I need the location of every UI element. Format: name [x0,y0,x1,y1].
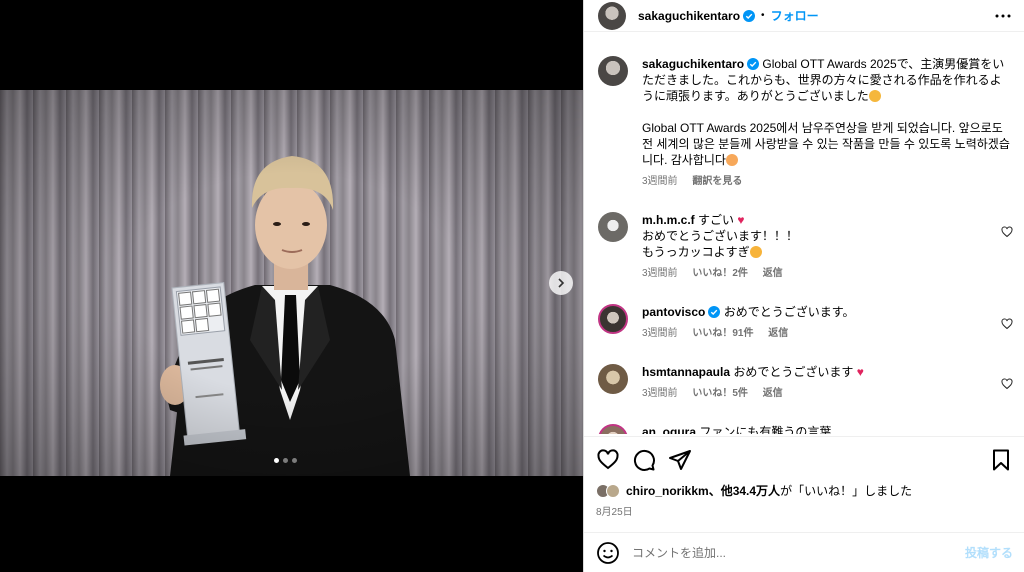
like-comment-icon[interactable] [1001,318,1013,330]
comment-text: おめでとうございます。 [723,305,855,319]
liker-username[interactable]: chiro_norikkm [626,484,709,498]
post-side-panel: sakaguchikentaro • フォロー sakaguchikentaro… [583,0,1024,572]
comment-text-line: もうっカッコよすぎ [642,245,750,259]
smile-emoji-icon [868,90,881,102]
like-heart-icon[interactable] [596,448,620,472]
liker-avatar [606,483,620,498]
like-comment-icon[interactable] [1001,378,1013,390]
post-actions: chiro_norikkm、他34.4万人が「いいね！」しました 8月25日 [584,436,1024,518]
commenter-username[interactable]: m.h.m.c.f [642,213,695,227]
commenter-avatar[interactable] [598,212,628,242]
likes-text: が「いいね！」しました [780,484,913,498]
heart-emoji-icon: ♥ [856,365,864,379]
follow-button[interactable]: フォロー [771,7,819,24]
reply-button[interactable]: 返信 [763,268,783,279]
comment-text: ファンにも有難うの言葉 [699,425,832,434]
post-date: 8月25日 [596,507,633,518]
comment-like-count[interactable]: いいね！2件 [692,268,748,279]
like-comment-icon[interactable] [1001,226,1013,238]
carousel-dot [292,458,297,463]
heart-emoji-icon: ♥ [737,213,745,227]
more-options-icon[interactable] [994,7,1012,25]
next-slide-button[interactable] [549,271,573,295]
comment-meta: 3週間前 いいね！91件 返信 [642,326,1002,342]
emoji-picker-icon[interactable] [596,541,620,565]
heart-eyes-emoji-icon [749,246,762,258]
author-avatar[interactable] [598,56,628,86]
author-avatar[interactable] [598,1,626,30]
post-media [0,0,583,572]
comment-meta: 3週間前 いいね！2件 返信 [642,266,1002,282]
carousel-dot [283,458,288,463]
comment-like-count[interactable]: いいね！91件 [692,328,753,339]
comment-time: 3週間前 [642,268,678,279]
instagram-post-modal: sakaguchikentaro • フォロー sakaguchikentaro… [0,0,1024,572]
comment-item: pantovisco おめでとうございます。 3週間前 いいね！91件 返信 [596,304,1013,342]
post-header: sakaguchikentaro • フォロー [584,0,1024,32]
bookmark-save-icon[interactable] [989,448,1013,472]
caption-text-korean: Global OTT Awards 2025에서 남우주연상을 받게 되었습니다… [642,121,1010,167]
comment-time: 3週間前 [642,328,678,339]
commenter-username[interactable]: hsmtannapaula [642,365,730,379]
commenter-avatar[interactable] [598,364,628,394]
verified-badge-icon [747,58,760,70]
caption-time: 3週間前 [642,176,678,187]
comment-bubble-icon[interactable] [632,448,656,472]
comment-like-count[interactable]: いいね！5件 [692,388,748,399]
share-paper-plane-icon[interactable] [668,448,692,472]
carousel-dot [274,458,279,463]
comment-text: おめでとうございます [733,365,854,379]
comment-input[interactable] [632,545,952,560]
author-username[interactable]: sakaguchikentaro [638,9,740,23]
commenter-avatar[interactable] [598,304,628,334]
comment-time: 3週間前 [642,388,678,399]
photo-vignette [0,90,583,476]
comment-item: m.h.m.c.f すごい ♥ おめでとうございます！！！ もうっカッコよすぎ … [596,212,1013,282]
caption-username[interactable]: sakaguchikentaro [642,57,744,71]
chevron-right-icon [558,278,565,288]
separator-dot: • [761,10,765,21]
comment-text: すごい [698,213,735,227]
comment-text-line: おめでとうございます！！！ [642,229,799,243]
comment-item: hsmtannapaula おめでとうございます ♥ 3週間前 いいね！5件 返… [596,364,1013,402]
post-photo[interactable] [0,90,583,476]
post-comment-button[interactable]: 投稿する [965,544,1013,561]
verified-badge-icon [708,306,721,318]
translate-link[interactable]: 翻訳を見る [692,176,742,187]
likes-summary: chiro_norikkm、他34.4万人が「いいね！」しました [596,482,1013,499]
likes-count[interactable]: 、他34.4万人 [709,484,780,498]
commenter-avatar[interactable] [598,424,628,434]
reply-button[interactable]: 返信 [768,328,788,339]
caption-meta: 3週間前 翻訳を見る [642,174,1012,190]
comments-list[interactable]: sakaguchikentaro Global OTT Awards 2025で… [584,44,1024,434]
commenter-username[interactable]: pantovisco [642,305,705,319]
post-caption: sakaguchikentaro Global OTT Awards 2025で… [596,44,1013,190]
reply-button[interactable]: 返信 [763,388,783,399]
verified-badge-icon [743,9,756,22]
add-comment-bar: 投稿する [584,532,1024,572]
commenter-username[interactable]: an_ogura [642,425,696,434]
carousel-indicator [274,458,297,463]
comment-meta: 3週間前 いいね！5件 返信 [642,386,1002,402]
comment-item: an_ogura ファンにも有難うの言葉 [596,424,1013,434]
blush-emoji-icon [725,154,738,166]
